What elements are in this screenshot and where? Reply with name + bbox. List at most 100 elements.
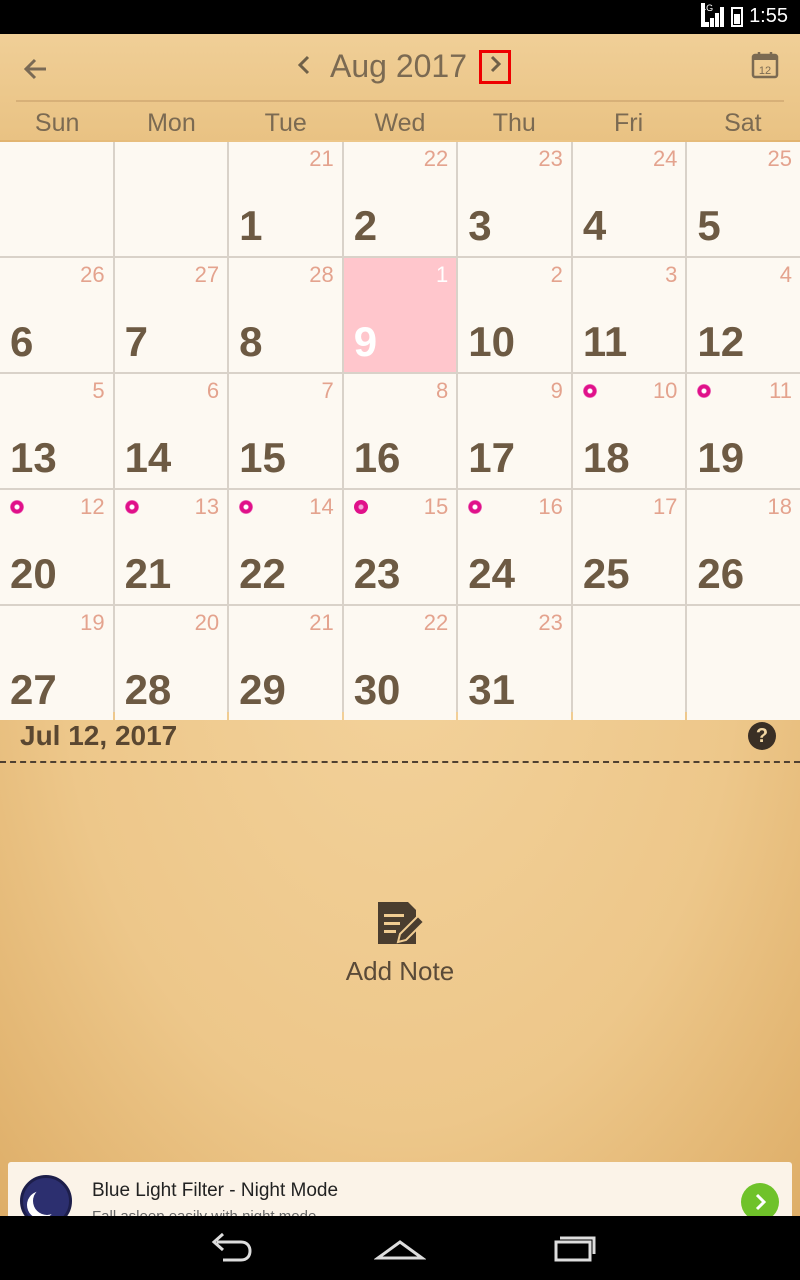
- question-icon[interactable]: ?: [748, 722, 776, 750]
- event-dot-icon: [10, 500, 24, 514]
- signal-icon: 4G: [701, 2, 725, 27]
- lunar-date: 10: [652, 378, 678, 403]
- day-number: 7: [124, 318, 148, 365]
- day-cell-3[interactable]: 23 3: [458, 142, 571, 256]
- calendar-app: Aug 2017 12 Sun Mon Tue Wed Thu Fri Sat …: [0, 34, 800, 1242]
- day-cell-23[interactable]: 15 23: [343, 490, 457, 604]
- day-number: 26: [697, 550, 745, 597]
- calendar-icon-number: 12: [759, 65, 771, 77]
- add-note-label: Add Note: [345, 956, 455, 986]
- day-number: 18: [582, 434, 630, 481]
- day-number: 25: [582, 550, 630, 597]
- lunar-date: 28: [309, 262, 334, 287]
- header-divider: [16, 100, 784, 102]
- recent-apps-icon[interactable]: [548, 1228, 596, 1268]
- lunar-date: 2: [550, 262, 563, 287]
- day-cell-26[interactable]: 18 26: [687, 490, 800, 604]
- weekday-label: Thu: [492, 109, 536, 137]
- day-cell-24[interactable]: 16 24: [458, 490, 571, 604]
- day-number: 15: [239, 434, 286, 481]
- lunar-date: 19: [80, 610, 105, 635]
- home-icon[interactable]: [374, 1228, 426, 1268]
- day-cell-22[interactable]: 14 22: [229, 490, 342, 604]
- edit-note-icon: [370, 894, 430, 950]
- day-cell-13[interactable]: 5 13: [0, 374, 113, 488]
- dashed-divider: [0, 761, 800, 763]
- event-dot-icon: [239, 500, 254, 514]
- day-cell-12[interactable]: 4 12: [687, 258, 800, 372]
- event-dot-icon: [697, 384, 712, 398]
- selected-date-bar: Jul 12, 2017 ?: [0, 712, 800, 760]
- lunar-date: 14: [309, 494, 334, 519]
- add-note-button[interactable]: Add Note: [300, 894, 500, 987]
- lunar-date: 23: [538, 610, 563, 635]
- today-button[interactable]: 12: [750, 50, 780, 80]
- weekday-header: Sun Mon Tue Wed Thu Fri Sat: [0, 106, 800, 140]
- month-title: Aug 2017: [330, 48, 468, 84]
- lunar-date: 23: [538, 146, 563, 171]
- day-cell-15[interactable]: 7 15: [229, 374, 342, 488]
- day-number: 12: [697, 318, 745, 365]
- day-number: 17: [468, 434, 515, 481]
- day-cell-29[interactable]: 21 29: [229, 606, 342, 720]
- day-cell-8[interactable]: 28 8: [229, 258, 342, 372]
- day-cell-1[interactable]: 21 1: [229, 142, 342, 256]
- day-number: 13: [10, 434, 57, 481]
- day-cell-31[interactable]: 23 31: [458, 606, 571, 720]
- chevron-right-icon: [490, 55, 502, 73]
- day-number: 24: [468, 550, 515, 597]
- weekday-label: Sat: [724, 109, 762, 137]
- back-icon[interactable]: [205, 1228, 255, 1268]
- day-number: 8: [239, 318, 263, 365]
- lunar-date: 20: [194, 610, 220, 635]
- lunar-date: 5: [92, 378, 105, 403]
- calendar-icon: 12: [751, 52, 779, 79]
- day-cell-18[interactable]: 10 18: [572, 374, 686, 488]
- lunar-date: 21: [309, 146, 334, 171]
- day-cell-25[interactable]: 17 25: [572, 490, 686, 604]
- day-number: 19: [697, 434, 745, 481]
- day-number: 4: [582, 202, 607, 249]
- next-month-button[interactable]: [479, 50, 511, 84]
- empty-day-cell: [572, 606, 686, 720]
- day-number: 2: [353, 202, 378, 249]
- day-cell-19[interactable]: 11 19: [687, 374, 800, 488]
- day-number: 3: [468, 202, 492, 249]
- lunar-date: 3: [665, 262, 678, 287]
- day-cell-16[interactable]: 8 16: [343, 374, 457, 488]
- day-cell-21[interactable]: 13 21: [114, 490, 228, 604]
- day-cell-2[interactable]: 22 2: [343, 142, 457, 256]
- back-button[interactable]: [18, 52, 52, 86]
- day-number: 21: [124, 550, 172, 597]
- prev-month-button[interactable]: [288, 52, 320, 86]
- day-cell-30[interactable]: 22 30: [343, 606, 457, 720]
- day-cell-5[interactable]: 25 5: [687, 142, 800, 256]
- lunar-date: 15: [423, 494, 449, 519]
- day-number: 5: [697, 202, 721, 249]
- day-cell-10[interactable]: 2 10: [458, 258, 571, 372]
- lunar-date: 18: [767, 494, 792, 519]
- lunar-date: 1: [436, 262, 449, 287]
- calendar-grid: 21 1 22 2 23 3 24 4 25 5 26 6 27 7 28 8 1 9 2 10 3 11 4 12 5 13 6 1…: [0, 142, 800, 720]
- day-cell-20[interactable]: 12 20: [0, 490, 113, 604]
- lunar-date: 24: [652, 146, 678, 171]
- day-number: 31: [468, 666, 515, 713]
- day-cell-17[interactable]: 9 17: [458, 374, 571, 488]
- ad-title: Blue Light Filter - Night Mode: [92, 1180, 339, 1201]
- day-cell-14[interactable]: 6 14: [114, 374, 228, 488]
- day-cell-4[interactable]: 24 4: [572, 142, 686, 256]
- day-cell-28[interactable]: 20 28: [114, 606, 228, 720]
- arrow-left-icon: [23, 58, 46, 80]
- day-cell-7[interactable]: 27 7: [114, 258, 228, 372]
- day-number: 14: [124, 434, 172, 481]
- system-nav-bar: [0, 1216, 800, 1280]
- day-cell-6[interactable]: 26 6: [0, 258, 113, 372]
- weekday-label: Sun: [34, 109, 80, 137]
- day-cell-27[interactable]: 19 27: [0, 606, 113, 720]
- day-number: 20: [10, 550, 57, 597]
- day-number: 27: [10, 666, 57, 713]
- day-cell-11[interactable]: 3 11: [572, 258, 686, 372]
- day-cell-9[interactable]: 19: [343, 258, 457, 372]
- lunar-date: 7: [321, 378, 334, 403]
- event-dot-icon: [124, 500, 139, 514]
